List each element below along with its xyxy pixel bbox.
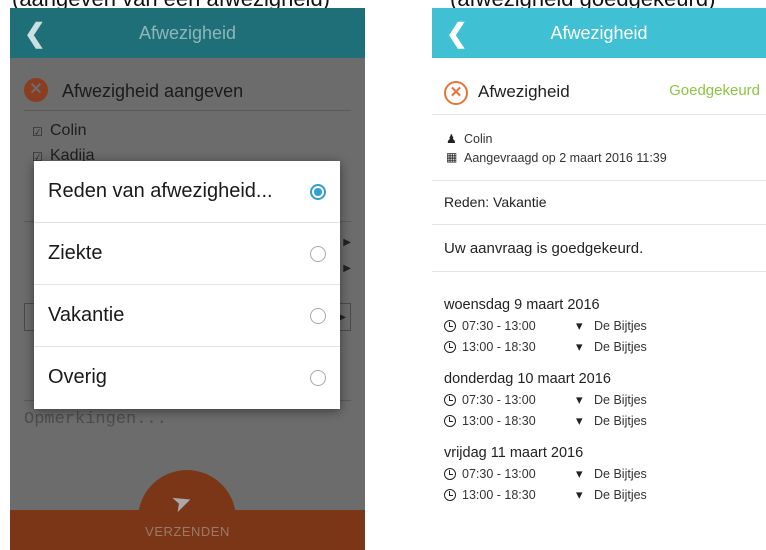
location-pin-icon: ▾: [576, 339, 583, 354]
approval-message: Uw aanvraag is goedgekeurd.: [444, 240, 644, 257]
divider: [432, 114, 766, 115]
cancel-icon[interactable]: ✕: [444, 81, 468, 105]
calendar-icon: ▦: [446, 150, 458, 164]
dialog-option-overig[interactable]: Overig: [34, 347, 340, 409]
header-title: Afwezigheid: [550, 23, 648, 43]
slot-location: De Bijtjes: [594, 319, 647, 333]
dialog-option-label: Reden van afwezigheid...: [48, 180, 273, 202]
caption-left: (aangeven van een afwezigheid): [12, 0, 330, 8]
dialog-option-label: Vakantie: [48, 304, 125, 326]
slot-location: De Bijtjes: [594, 393, 647, 407]
form-heading: Afwezigheid aangeven: [62, 81, 244, 101]
reason-dialog: Reden van afwezigheid... Ziekte Vakantie…: [34, 161, 340, 409]
caption-right: (afwezigheid goedgekeurd): [450, 0, 715, 8]
status-badge: Goedgekeurd: [669, 82, 760, 99]
radio-unselected-icon[interactable]: [310, 246, 326, 262]
clock-icon: [444, 341, 456, 353]
location-pin-icon: ▾: [576, 466, 583, 481]
dropdown-arrow-icon[interactable]: ▶: [343, 263, 351, 274]
slot-time: 13:00 - 18:30: [462, 340, 536, 354]
dialog-option-vakantie[interactable]: Vakantie: [34, 285, 340, 347]
slot-location: De Bijtjes: [594, 340, 647, 354]
requested-date: Aangevraagd op 2 maart 2016 11:39: [464, 151, 667, 165]
send-button-label[interactable]: VERZENDEN: [10, 524, 365, 539]
person-icon: ♟: [446, 132, 457, 146]
app-header: ❮ Afwezigheid: [432, 8, 766, 58]
absence-heading: Afwezigheid: [478, 82, 570, 101]
phone-screen-request: ❮ Afwezigheid ✕ Afwezigheid aangeven ☑ C…: [10, 8, 365, 550]
radio-unselected-icon[interactable]: [310, 308, 326, 324]
day-date: vrijdag 11 maart 2016: [444, 445, 584, 461]
remarks-input[interactable]: Opmerkingen...: [24, 410, 167, 429]
checkbox-checked-icon[interactable]: ☑: [32, 125, 43, 139]
clock-icon: [444, 415, 456, 427]
clock-icon: [444, 468, 456, 480]
slot-time: 07:30 - 13:00: [462, 319, 536, 333]
divider: [432, 271, 766, 272]
slot-time: 07:30 - 13:00: [462, 393, 536, 407]
clock-icon: [444, 489, 456, 501]
slot-location: De Bijtjes: [594, 414, 647, 428]
cancel-icon[interactable]: ✕: [24, 78, 48, 102]
dropdown-arrow-icon[interactable]: ▶: [343, 237, 351, 248]
dialog-option-label: Overig: [48, 366, 107, 388]
location-pin-icon: ▾: [576, 392, 583, 407]
divider: [432, 224, 766, 225]
slot-location: De Bijtjes: [594, 488, 647, 502]
dialog-option-label: Ziekte: [48, 242, 103, 264]
clock-icon: [444, 320, 456, 332]
slot-time: 13:00 - 18:30: [462, 488, 536, 502]
header-title: Afwezigheid: [138, 23, 237, 43]
dialog-option-ziekte[interactable]: Ziekte: [34, 223, 340, 285]
reason-text: Reden: Vakantie: [444, 194, 547, 210]
child-name-colin: Colin: [50, 122, 87, 139]
location-pin-icon: ▾: [576, 487, 583, 502]
day-date: woensdag 9 maart 2016: [444, 297, 600, 313]
slot-location: De Bijtjes: [594, 467, 647, 481]
app-header: ❮ Afwezigheid: [10, 8, 365, 58]
caption-strip: (aangeven van een afwezigheid) (afwezigh…: [0, 0, 766, 8]
location-pin-icon: ▾: [576, 318, 583, 333]
clock-icon: [444, 394, 456, 406]
location-pin-icon: ▾: [576, 413, 583, 428]
phone-screen-approved: ❮ Afwezigheid ✕ Afwezigheid Goedgekeurd …: [432, 8, 766, 550]
day-date: donderdag 10 maart 2016: [444, 371, 611, 387]
dialog-option-reason[interactable]: Reden van afwezigheid...: [34, 161, 340, 223]
child-name: Colin: [464, 132, 493, 146]
slot-time: 07:30 - 13:00: [462, 467, 536, 481]
divider: [432, 180, 766, 181]
radio-selected-icon[interactable]: [310, 184, 326, 200]
slot-time: 13:00 - 18:30: [462, 414, 536, 428]
radio-unselected-icon[interactable]: [310, 370, 326, 386]
divider: [24, 110, 351, 111]
